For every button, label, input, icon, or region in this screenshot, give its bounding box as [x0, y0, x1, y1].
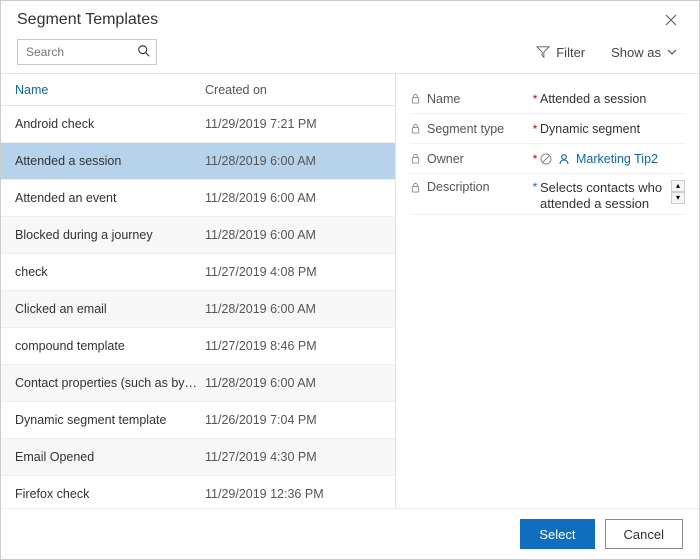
row-name: Contact properties (such as by city) [15, 376, 205, 390]
row-name: Blocked during a journey [15, 228, 205, 242]
table-row[interactable]: Attended an event11/28/2019 6:00 AM [1, 180, 395, 217]
label-owner: Owner [427, 152, 464, 166]
row-created: 11/27/2019 8:46 PM [205, 339, 381, 353]
row-name: Attended an event [15, 191, 205, 205]
value-owner[interactable]: Marketing Tip2 [576, 152, 658, 166]
table-row[interactable]: Firefox check11/29/2019 12:36 PM [1, 476, 395, 508]
close-icon [665, 14, 677, 26]
description-spinner: ▴ ▾ [671, 180, 685, 204]
close-button[interactable] [659, 12, 683, 28]
table-row[interactable]: Contact properties (such as by city)11/2… [1, 365, 395, 402]
lock-icon [410, 153, 421, 164]
row-name: Firefox check [15, 487, 205, 501]
dialog-footer: Select Cancel [1, 508, 699, 559]
scroll-up-button[interactable]: ▴ [671, 180, 685, 192]
filter-icon [536, 45, 550, 59]
cancel-button[interactable]: Cancel [605, 519, 683, 549]
list-scroll[interactable]: Android check11/29/2019 7:21 PMAttended … [1, 106, 395, 508]
chevron-down-icon [667, 47, 677, 57]
column-header-created[interactable]: Created on [205, 83, 381, 97]
toolbar: Filter Show as [1, 35, 699, 74]
label-segment-type: Segment type [427, 122, 504, 136]
details-pane: Name * Attended a session Segment type *… [396, 74, 699, 508]
row-created: 11/26/2019 7:04 PM [205, 413, 381, 427]
row-created: 11/29/2019 7:21 PM [205, 117, 381, 131]
row-name: Android check [15, 117, 205, 131]
row-created: 11/27/2019 4:30 PM [205, 450, 381, 464]
required-marker: * [530, 152, 540, 166]
recommended-marker: * [530, 180, 540, 194]
row-name: compound template [15, 339, 205, 353]
filter-button[interactable]: Filter [530, 44, 591, 61]
scroll-down-button[interactable]: ▾ [671, 192, 685, 204]
required-marker: * [530, 122, 540, 136]
row-created: 11/28/2019 6:00 AM [205, 154, 381, 168]
field-segment-type: Segment type * Dynamic segment [410, 114, 685, 144]
person-icon [558, 153, 570, 165]
row-name: Dynamic segment template [15, 413, 205, 427]
value-segment-type: Dynamic segment [540, 122, 685, 136]
row-name: check [15, 265, 205, 279]
field-name: Name * Attended a session [410, 84, 685, 114]
label-description: Description [427, 180, 490, 194]
field-owner: Owner * Marketing Tip2 [410, 144, 685, 174]
search-field-wrap [17, 39, 157, 65]
show-as-button[interactable]: Show as [605, 44, 683, 61]
table-row[interactable]: Email Opened11/27/2019 4:30 PM [1, 439, 395, 476]
show-as-label: Show as [611, 45, 661, 60]
filter-label: Filter [556, 45, 585, 60]
row-created: 11/29/2019 12:36 PM [205, 487, 381, 501]
table-row[interactable]: Dynamic segment template11/26/2019 7:04 … [1, 402, 395, 439]
value-name: Attended a session [540, 92, 685, 106]
lock-icon [410, 93, 421, 104]
list-header: Name Created on [1, 74, 395, 106]
lock-icon [410, 123, 421, 134]
row-created: 11/28/2019 6:00 AM [205, 302, 381, 316]
table-row[interactable]: check11/27/2019 4:08 PM [1, 254, 395, 291]
lock-icon [410, 182, 421, 193]
label-name: Name [427, 92, 460, 106]
titlebar: Segment Templates [1, 1, 699, 35]
row-created: 11/27/2019 4:08 PM [205, 265, 381, 279]
unassign-icon[interactable] [540, 153, 552, 165]
table-row[interactable]: Attended a session11/28/2019 6:00 AM [1, 143, 395, 180]
field-description: Description * Selects contacts who atten… [410, 174, 685, 215]
row-created: 11/28/2019 6:00 AM [205, 191, 381, 205]
table-row[interactable]: Blocked during a journey11/28/2019 6:00 … [1, 217, 395, 254]
table-row[interactable]: Android check11/29/2019 7:21 PM [1, 106, 395, 143]
row-name: Attended a session [15, 154, 205, 168]
row-created: 11/28/2019 6:00 AM [205, 228, 381, 242]
row-name: Clicked an email [15, 302, 205, 316]
dialog-window: Segment Templates Filter Show as [0, 0, 700, 560]
toolbar-right: Filter Show as [530, 44, 683, 61]
column-header-name[interactable]: Name [15, 83, 205, 97]
table-row[interactable]: compound template11/27/2019 8:46 PM [1, 328, 395, 365]
select-button[interactable]: Select [520, 519, 594, 549]
dialog-title: Segment Templates [17, 11, 659, 29]
row-name: Email Opened [15, 450, 205, 464]
template-list-pane: Name Created on Android check11/29/2019 … [1, 74, 396, 508]
required-marker: * [530, 92, 540, 106]
search-input[interactable] [17, 39, 157, 65]
value-description: Selects contacts who attended a session [540, 180, 671, 212]
table-row[interactable]: Clicked an email11/28/2019 6:00 AM [1, 291, 395, 328]
dialog-body: Name Created on Android check11/29/2019 … [1, 74, 699, 508]
row-created: 11/28/2019 6:00 AM [205, 376, 381, 390]
